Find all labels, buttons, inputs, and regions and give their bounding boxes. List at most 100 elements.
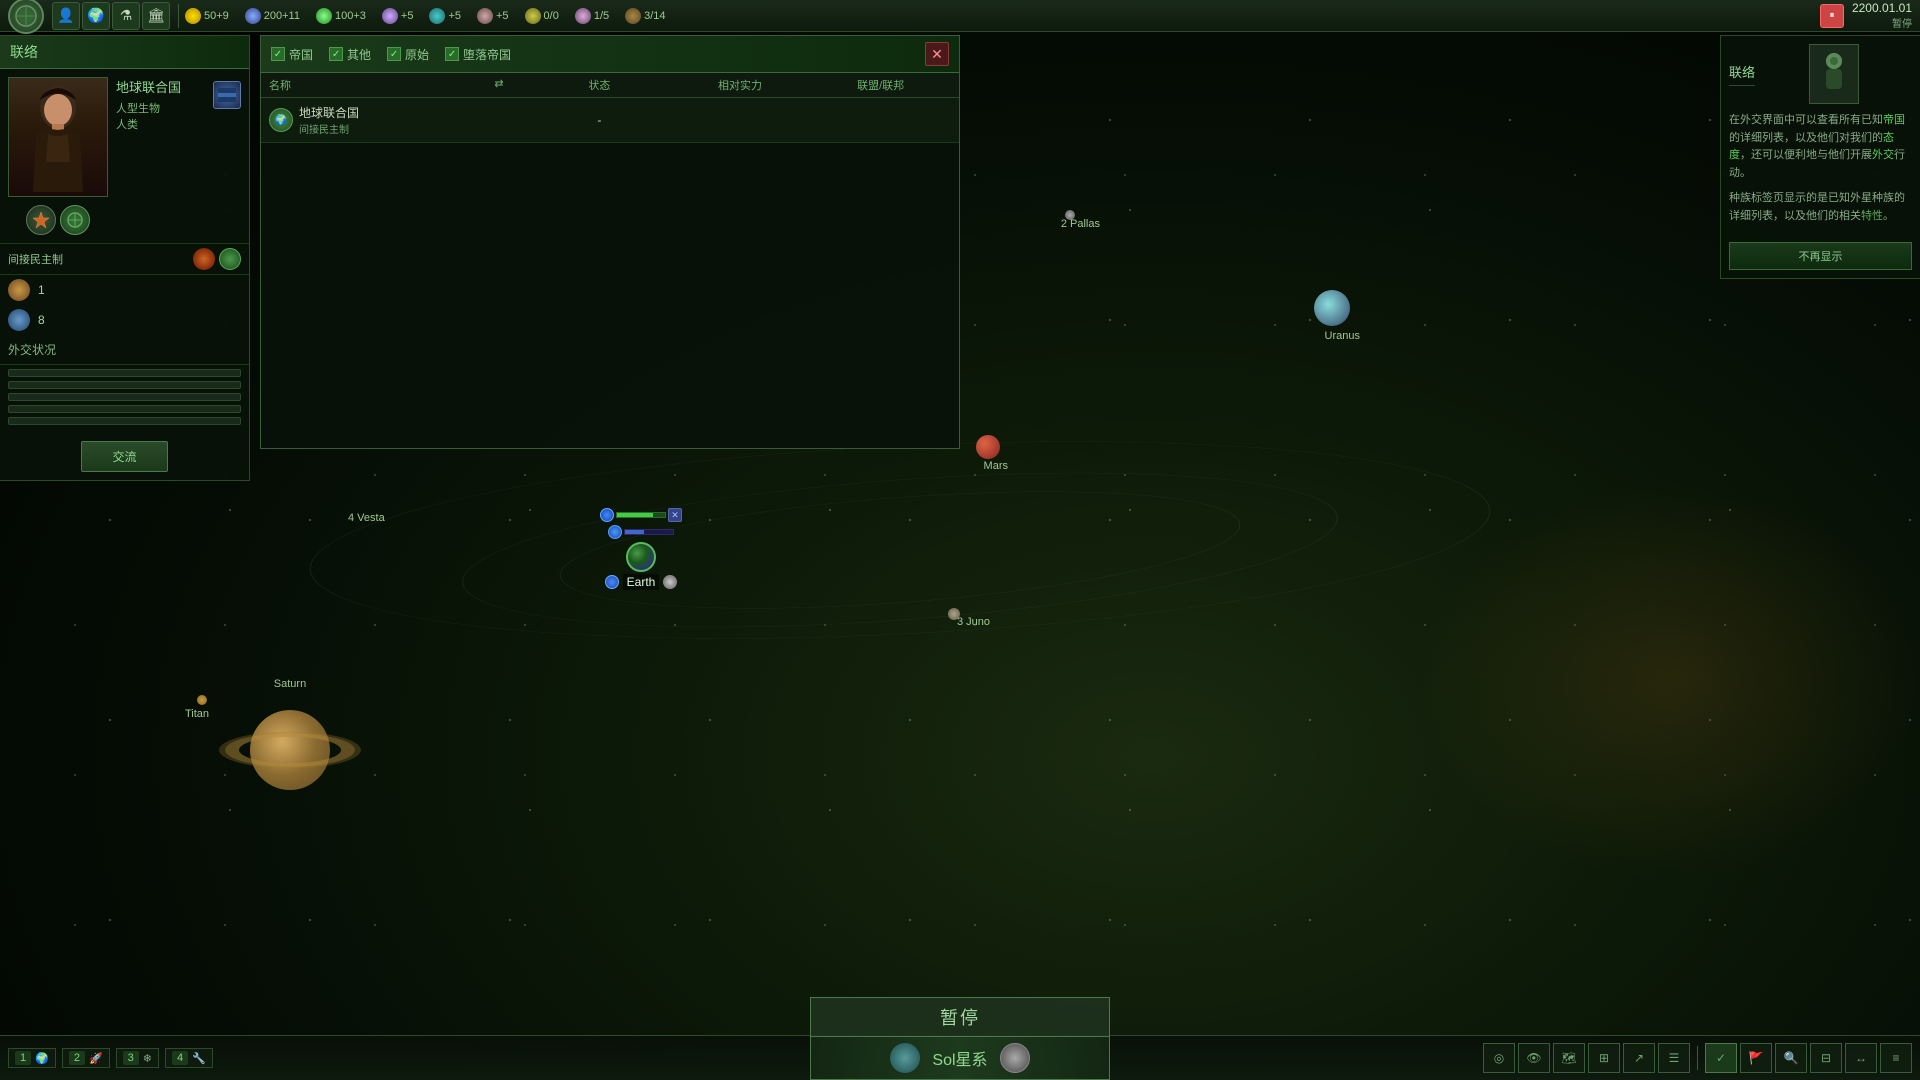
paused-banner: 暂停: [810, 997, 1110, 1036]
queue-item-3[interactable]: 3 ❄: [116, 1048, 159, 1068]
mars-label: Mars: [984, 460, 1008, 472]
col-sort[interactable]: ⇄: [469, 77, 529, 93]
juno-label: 3 Juno: [957, 616, 990, 628]
map-btn-flag[interactable]: 🚩: [1740, 1043, 1772, 1073]
earth-health-fill: [617, 513, 653, 517]
close-panel-button[interactable]: ✕: [925, 42, 949, 66]
no-show-button[interactable]: 不再显示: [1729, 242, 1912, 270]
origin-checkbox[interactable]: ✓: [387, 47, 401, 61]
map-btn-map[interactable]: 🗺: [1553, 1043, 1585, 1073]
map-btn-arrow[interactable]: ↔: [1845, 1043, 1877, 1073]
system-icon-right: [1000, 1043, 1030, 1073]
right-panel-description: 在外交界面中可以查看所有已知帝国的详细列表，以及他们对我们的态度，还可以便利地与…: [1729, 112, 1912, 182]
mars-planet[interactable]: [976, 435, 1000, 459]
nav-icon-1[interactable]: 👤: [52, 2, 80, 30]
resource-influence: 1/5: [575, 8, 609, 24]
system-name: Sol星系: [932, 1046, 987, 1070]
earth-container[interactable]: ✕ Earth: [600, 508, 682, 590]
right-panel-description-2: 种族标签页显示的是已知外星种族的详细列表，以及他们的相关特性。: [1729, 190, 1912, 225]
queue-item-4[interactable]: 4 🔧: [165, 1048, 213, 1068]
science-icon: [382, 8, 398, 24]
earth-icon2: [608, 525, 622, 539]
diplo-bar-5: [8, 417, 241, 425]
diplo-bar-2: [8, 381, 241, 389]
origin-filter-label: 原始: [405, 46, 429, 63]
other-checkbox[interactable]: ✓: [329, 47, 343, 61]
table-row[interactable]: 🌍 地球联合国 间接民主制 -: [261, 98, 959, 143]
resource-food: 100+3: [316, 8, 366, 24]
logo-icon: [15, 5, 37, 27]
highlight-diplomacy: 外交: [1872, 149, 1894, 161]
bottom-bar: 1 🌍 2 🚀 3 ❄ 4 🔧 暂停 Sol星系 ◎ 👁 🗺 ⊞ ↗ ☰ ✓ 🚩…: [0, 1035, 1920, 1080]
filter-origin[interactable]: ✓ 原始: [387, 46, 429, 63]
unity-icon: [525, 8, 541, 24]
map-btn-list[interactable]: ≡: [1880, 1043, 1912, 1073]
resource-mineral: 200+11: [245, 8, 300, 24]
pause-button[interactable]: ⏸: [1820, 4, 1844, 28]
earth-health-bar: [616, 512, 666, 518]
planet-count: 1: [38, 283, 45, 297]
highlight-traits: 特性: [1861, 210, 1883, 222]
earth-planet[interactable]: [626, 542, 656, 572]
empire-checkbox[interactable]: ✓: [271, 47, 285, 61]
empire-emblem-2: [60, 205, 90, 235]
queue-item-2[interactable]: 2 🚀: [62, 1048, 110, 1068]
uranus-planet[interactable]: [1314, 290, 1350, 326]
row-empire-sub: 间接民主制: [299, 121, 359, 136]
filter-empire[interactable]: ✓ 帝国: [271, 46, 313, 63]
map-btn-menu[interactable]: ☰: [1658, 1043, 1690, 1073]
map-btn-view[interactable]: 👁: [1518, 1043, 1550, 1073]
fallen-checkbox[interactable]: ✓: [445, 47, 459, 61]
earth-flag-icon: [605, 575, 619, 589]
energy-value: 50+9: [204, 10, 229, 22]
game-date: 2200.01.01 暂停: [1852, 1, 1912, 30]
resource-unity: 0/0: [525, 8, 559, 24]
queue-num-1: 1: [15, 1051, 31, 1065]
map-btn-zoom[interactable]: 🔍: [1775, 1043, 1807, 1073]
nav-icon-4[interactable]: 🏛: [142, 2, 170, 30]
map-btn-checklist[interactable]: ✓: [1705, 1043, 1737, 1073]
map-btn-move[interactable]: ↗: [1623, 1043, 1655, 1073]
nav-icon-2[interactable]: 🌍: [82, 2, 110, 30]
panel-header: 联络: [0, 36, 249, 69]
filter-other[interactable]: ✓ 其他: [329, 46, 371, 63]
empire-details: 地球联合国 人型生物 人类: [116, 77, 241, 138]
right-avatar-svg: [1814, 49, 1854, 99]
queue-item-1[interactable]: 1 🌍: [8, 1048, 56, 1068]
empire-emblem-1: [26, 205, 56, 235]
empire-flag-btn[interactable]: [213, 81, 241, 109]
game-logo[interactable]: [8, 0, 44, 34]
nav-icon-3[interactable]: ⚗: [112, 2, 140, 30]
map-btn-target[interactable]: ◎: [1483, 1043, 1515, 1073]
queue-num-2: 2: [69, 1051, 85, 1065]
mineral-value: 200+11: [264, 10, 300, 22]
saturn-container[interactable]: Saturn: [230, 678, 350, 790]
mineral-icon: [245, 8, 261, 24]
divider-1: [178, 4, 179, 28]
system-name-bar[interactable]: Sol星系: [810, 1036, 1110, 1080]
row-empire-title: 地球联合国: [299, 104, 359, 121]
government-row: 间接民主制: [0, 244, 249, 275]
pause-controls: ⏸ 2200.01.01 暂停: [1820, 1, 1912, 30]
empire-avatar[interactable]: [8, 77, 108, 197]
titan-planet[interactable]: [197, 695, 207, 705]
planet-stat-icon: [8, 279, 30, 301]
earth-name-label: Earth: [623, 574, 660, 590]
empire-icons: [26, 205, 90, 235]
saturn-ring: [225, 733, 355, 767]
earth-shield-icon: [600, 508, 614, 522]
titan-label: Titan: [185, 708, 209, 720]
map-btn-grid[interactable]: ⊞: [1588, 1043, 1620, 1073]
exchange-button[interactable]: 交流: [81, 441, 167, 472]
queue-num-4: 4: [172, 1051, 188, 1065]
map-btn-screen[interactable]: ⊟: [1810, 1043, 1842, 1073]
avatar-figure: [9, 78, 107, 196]
paused-status: 暂停: [1852, 15, 1912, 30]
system-icon-left: [890, 1043, 920, 1073]
earth-shield-bar: [624, 529, 674, 535]
emblem-svg-2: [65, 210, 85, 230]
vesta-label: 4 Vesta: [348, 512, 385, 524]
diplomacy-section-title: 外交状况: [0, 335, 249, 365]
earth-status-bars: ✕: [600, 508, 682, 539]
filter-fallen[interactable]: ✓ 堕落帝国: [445, 46, 511, 63]
